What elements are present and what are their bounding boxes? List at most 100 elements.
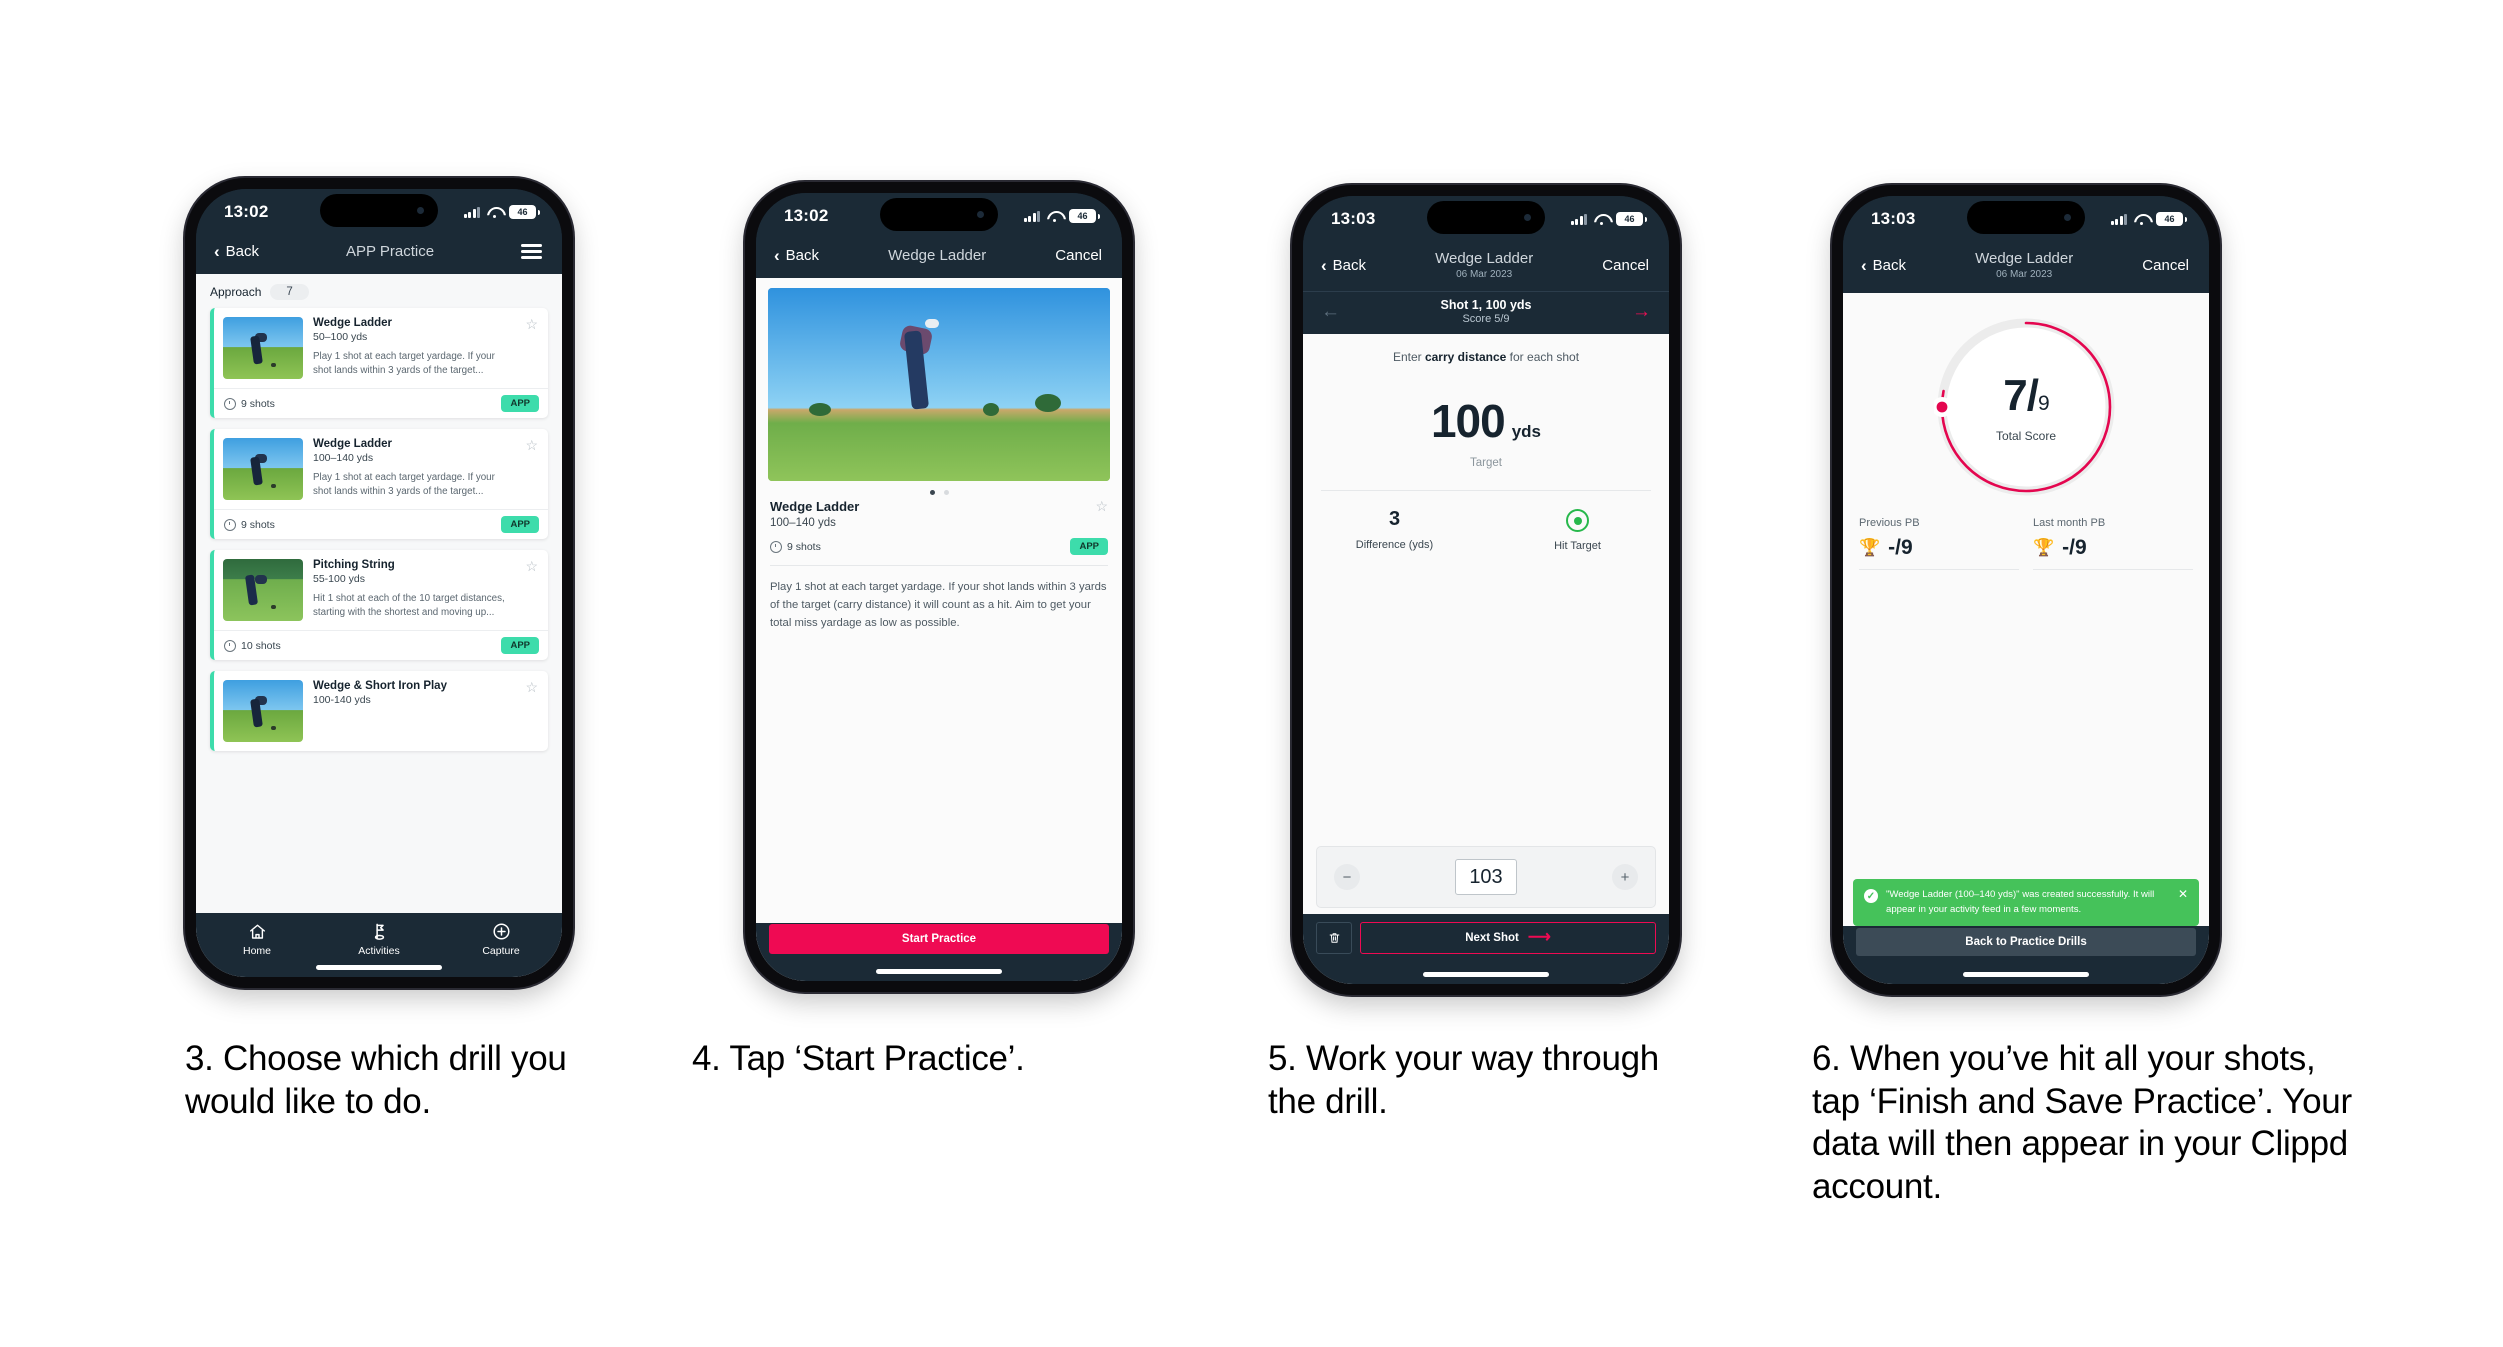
back-to-practice-drills-button[interactable]: Back to Practice Drills: [1856, 928, 2196, 956]
drill-description: Play 1 shot at each target yardage. If y…: [313, 351, 495, 377]
filter-label: Approach: [210, 285, 262, 300]
score-center: 7/9 Total Score: [1934, 315, 2118, 499]
favourite-star-icon[interactable]: ☆: [524, 317, 538, 379]
battery-icon: 46: [1069, 209, 1100, 223]
plus-circle-icon: [492, 922, 511, 941]
last-month-pb-value-row: 🏆 -/9: [2033, 536, 2193, 560]
status-indicators: 46: [463, 205, 540, 219]
chevron-left-icon: ‹: [1861, 255, 1867, 275]
next-shot-arrow-icon[interactable]: →: [1632, 302, 1651, 321]
favourite-star-icon[interactable]: ☆: [1094, 499, 1108, 513]
drill-shots: 9 shots: [224, 397, 275, 410]
drill-detail-titles: Wedge Ladder 100–140 yds: [770, 499, 1094, 529]
drill-shots-label: 9 shots: [241, 397, 275, 410]
chevron-left-icon: ‹: [774, 246, 780, 266]
status-bar: 13:03 46: [1843, 196, 2209, 242]
tree-decor: [809, 402, 832, 416]
cellular-signal-icon: [1570, 213, 1587, 225]
favourite-star-icon[interactable]: ☆: [524, 680, 538, 742]
target-value: 100: [1430, 394, 1506, 447]
carry-distance-input[interactable]: 103: [1455, 859, 1517, 895]
back-button[interactable]: ‹ Back: [774, 247, 819, 264]
decrement-button[interactable]: −: [1334, 864, 1360, 890]
cancel-button[interactable]: Cancel: [2142, 257, 2189, 274]
back-button[interactable]: ‹ Back: [214, 243, 259, 260]
status-bar: 13:03 46: [1303, 196, 1669, 242]
drill-thumbnail: [223, 317, 303, 380]
drill-thumbnail: [223, 559, 303, 622]
drill-tag-badge: APP: [501, 395, 539, 413]
summary-body: 7/9 Total Score Previous PB 🏆 -/9 Last m…: [1843, 292, 2209, 984]
status-indicators: 46: [1570, 212, 1647, 226]
next-shot-label: Next Shot: [1465, 932, 1519, 944]
carousel-dots[interactable]: [756, 481, 1122, 497]
prompt-bold: carry distance: [1424, 349, 1507, 364]
drill-shots: 9 shots: [224, 518, 275, 531]
score-numerator: 7: [2003, 370, 2028, 420]
increment-button[interactable]: +: [1612, 864, 1638, 890]
back-button[interactable]: ‹ Back: [1321, 257, 1366, 274]
success-toast: ✓ "Wedge Ladder (100–140 yds)" was creat…: [1853, 879, 2199, 926]
drill-card-text: Pitching String 55-100 yds Hit 1 shot at…: [313, 559, 514, 621]
cancel-button[interactable]: Cancel: [1602, 257, 1649, 274]
hamburger-icon[interactable]: [520, 244, 542, 260]
score-label: Total Score: [1995, 428, 2057, 443]
drill-shots: 10 shots: [224, 639, 281, 652]
clock-icon: [224, 518, 236, 531]
cancel-button[interactable]: Cancel: [1055, 247, 1102, 264]
back-button[interactable]: ‹ Back: [1861, 257, 1906, 274]
entry-prompt: Enter carry distance for each shot: [1303, 334, 1669, 364]
drill-card[interactable]: Pitching String 55-100 yds Hit 1 shot at…: [210, 550, 548, 661]
drill-title: Wedge Ladder: [313, 317, 393, 330]
start-practice-button[interactable]: Start Practice: [769, 924, 1109, 954]
drill-title: Pitching String: [313, 559, 395, 572]
filter-row: Approach 7: [196, 274, 562, 308]
drill-card[interactable]: Wedge & Short Iron Play 100-140 yds ☆: [210, 671, 548, 752]
tab-capture[interactable]: Capture: [440, 922, 562, 957]
close-icon[interactable]: ✕: [2178, 888, 2188, 900]
prev-shot-arrow-icon[interactable]: ←: [1321, 302, 1340, 321]
carousel-dot-active[interactable]: [929, 490, 935, 496]
carousel-dot[interactable]: [943, 490, 949, 496]
drill-card-text: Wedge Ladder 50–100 yds Play 1 shot at e…: [313, 317, 514, 379]
drill-shots-label: 10 shots: [241, 639, 281, 652]
drill-shots: 9 shots: [770, 540, 821, 553]
filter-count-chip[interactable]: 7: [270, 284, 309, 301]
drill-card[interactable]: Wedge Ladder 100–140 yds Play 1 shot at …: [210, 429, 548, 540]
clock-icon: [224, 639, 236, 652]
phone-screen: 13:02 46 ‹ Back APP Practice Approach 7 …: [196, 189, 562, 977]
drill-tag-badge: APP: [501, 516, 539, 534]
trash-icon[interactable]: [1316, 922, 1352, 954]
page-title: Wedge Ladder: [888, 247, 987, 264]
shot-score: Score 5/9: [1462, 312, 1510, 325]
dynamic-island: [880, 198, 998, 231]
shot-metrics: 3 Difference (yds) Hit Target: [1303, 491, 1669, 553]
drill-card-footer: 10 shots APP: [214, 630, 548, 660]
phone-mockup-choose-drill: 13:02 46 ‹ Back APP Practice Approach 7 …: [185, 178, 573, 988]
nav-subtitle-date: 06 Mar 2023: [1456, 269, 1513, 281]
tab-activities[interactable]: Activities: [318, 922, 440, 957]
status-bar: 13:02 46: [756, 193, 1122, 239]
previous-pb-label: Previous PB: [1859, 516, 1920, 529]
caption-step-4: 4. Tap ‘Start Practice’.: [692, 1039, 1025, 1078]
nav-subtitle-date: 06 Mar 2023: [1996, 269, 2053, 281]
shot-info: Shot 1, 100 yds Score 5/9: [1340, 298, 1632, 325]
favourite-star-icon[interactable]: ☆: [524, 438, 538, 500]
status-time: 13:02: [224, 202, 269, 221]
shot-title: Shot 1, 100 yds: [1440, 297, 1532, 312]
tab-home[interactable]: Home: [196, 922, 318, 957]
next-shot-button[interactable]: Next Shot ⟶: [1360, 922, 1656, 954]
tab-capture-label: Capture: [482, 945, 520, 957]
target-label: Target: [1470, 456, 1502, 469]
phone-mockup-summary: 13:03 46 ‹ Back Wedge Ladder 06 Mar 2023…: [1832, 185, 2220, 995]
drill-card[interactable]: Wedge Ladder 50–100 yds Play 1 shot at e…: [210, 308, 548, 419]
status-indicators: 46: [1023, 209, 1100, 223]
drill-hero-image[interactable]: [768, 288, 1110, 482]
drill-description: Play 1 shot at each target yardage. If y…: [313, 472, 495, 498]
back-label: Back: [1332, 256, 1367, 274]
favourite-star-icon[interactable]: ☆: [524, 559, 538, 621]
drill-range: 100–140 yds: [770, 517, 836, 530]
battery-icon: 46: [2156, 212, 2187, 226]
caption-step-6: 6. When you’ve hit all your shots, tap ‘…: [1812, 1039, 2352, 1207]
dynamic-island: [1427, 201, 1545, 234]
